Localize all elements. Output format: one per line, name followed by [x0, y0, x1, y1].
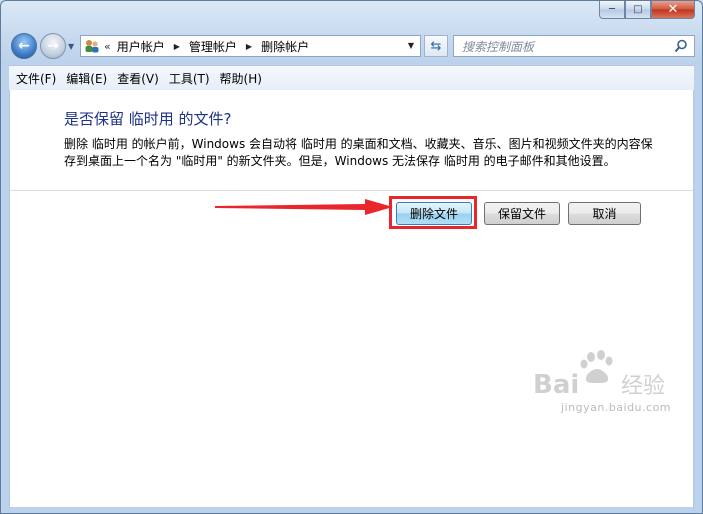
menu-file[interactable]: 文件(F) — [11, 70, 61, 87]
address-overflow-chevron[interactable]: « — [104, 40, 111, 53]
page-description: 删除 临时用 的帐户前，Windows 会自动将 临时用 的桌面和文档、收藏夹、… — [64, 137, 653, 168]
highlight-box-annotation — [389, 196, 477, 229]
keep-files-button[interactable]: 保留文件 — [484, 202, 560, 225]
maximize-button[interactable]: □ — [625, 1, 651, 19]
forward-arrow-icon: → — [47, 38, 59, 54]
breadcrumb-user-accounts[interactable]: 用户帐户 — [117, 38, 165, 55]
forward-button[interactable]: → — [40, 33, 66, 59]
cancel-button[interactable]: 取消 — [568, 202, 641, 225]
user-accounts-icon — [83, 38, 101, 54]
search-box[interactable]: 搜索控制面板 — [453, 35, 695, 57]
close-icon: ✕ — [667, 2, 679, 17]
menu-help[interactable]: 帮助(H) — [215, 70, 267, 87]
menu-tools[interactable]: 工具(T) — [164, 70, 215, 87]
minimize-button[interactable]: ─ — [599, 1, 625, 19]
caption-buttons: ─ □ ✕ — [599, 1, 695, 19]
search-icon[interactable] — [674, 39, 688, 56]
svg-text:Bai: Bai — [533, 370, 579, 399]
minimize-icon: ─ — [608, 4, 616, 15]
back-arrow-icon: ← — [18, 38, 30, 54]
breadcrumb-separator-icon[interactable]: ▶ — [246, 42, 252, 51]
explorer-window: ─ □ ✕ ← → ▼ « 用户帐户 ▶ 管理帐户 ▶ 删除帐户 ▼ ⇆ 搜索控… — [0, 0, 703, 514]
watermark-url: jingyan.baidu.com — [561, 401, 672, 414]
maximize-icon: □ — [633, 4, 643, 15]
svg-text:经验: 经验 — [621, 374, 665, 399]
menu-bar: 文件(F) 编辑(E) 查看(V) 工具(T) 帮助(H) — [9, 65, 694, 91]
breadcrumb-separator-icon[interactable]: ▶ — [174, 42, 180, 51]
refresh-button[interactable]: ⇆ — [424, 35, 448, 57]
recent-pages-dropdown-icon[interactable]: ▼ — [68, 42, 74, 51]
breadcrumb-manage-accounts[interactable]: 管理帐户 — [189, 38, 237, 55]
content-pane: 是否保留 临时用 的文件? 删除 临时用 的帐户前，Windows 会自动将 临… — [9, 90, 694, 507]
navigation-bar: ← → ▼ « 用户帐户 ▶ 管理帐户 ▶ 删除帐户 ▼ ⇆ 搜索控制面板 — [9, 32, 695, 62]
menu-view[interactable]: 查看(V) — [112, 70, 164, 87]
breadcrumb-delete-account[interactable]: 删除帐户 — [261, 38, 309, 55]
red-arrow-annotation — [215, 199, 393, 215]
address-dropdown-icon[interactable]: ▼ — [408, 41, 414, 50]
menu-edit[interactable]: 编辑(E) — [61, 70, 112, 87]
close-button[interactable]: ✕ — [651, 1, 695, 19]
refresh-icon: ⇆ — [430, 38, 442, 54]
page-title: 是否保留 临时用 的文件? — [64, 110, 232, 128]
back-button[interactable]: ← — [11, 33, 37, 59]
divider — [10, 190, 693, 191]
baidu-jingyan-watermark-logo: Bai 经验 — [529, 349, 669, 402]
address-bar[interactable]: « 用户帐户 ▶ 管理帐户 ▶ 删除帐户 ▼ — [80, 35, 421, 57]
search-placeholder: 搜索控制面板 — [462, 39, 535, 54]
